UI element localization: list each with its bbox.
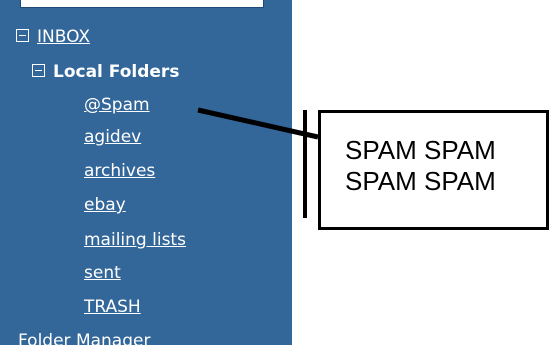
callout-text: SPAM SPAM SPAM SPAM bbox=[345, 135, 496, 196]
callout-pointer-line bbox=[197, 107, 319, 140]
callout-box: SPAM SPAM SPAM SPAM bbox=[318, 110, 549, 230]
callout-bar bbox=[303, 110, 307, 218]
